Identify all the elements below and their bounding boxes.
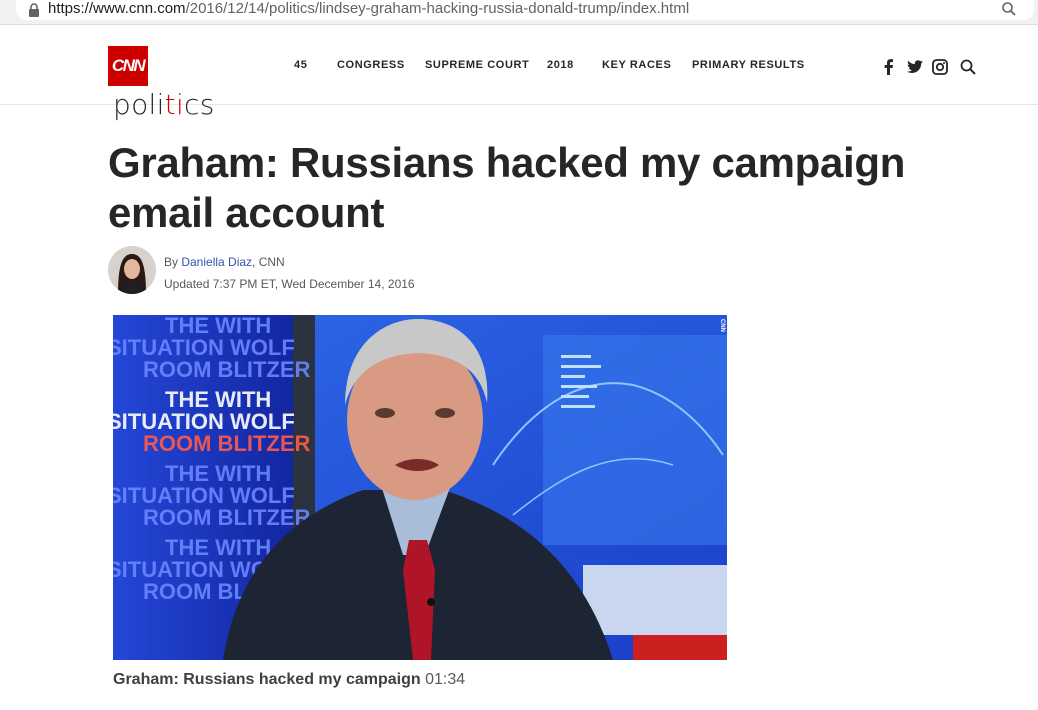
- nav-item-key-races[interactable]: KEY RACES: [602, 59, 671, 71]
- zoom-icon[interactable]: [1001, 1, 1017, 17]
- browser-address-bar: https://www.cnn.com/2016/12/14/politics/…: [0, 0, 1038, 25]
- cnn-logo[interactable]: CNN: [108, 46, 148, 86]
- url-field[interactable]: https://www.cnn.com/2016/12/14/politics/…: [16, 0, 1034, 20]
- nav-item-2018[interactable]: 2018: [547, 59, 574, 71]
- instagram-icon[interactable]: [931, 58, 949, 76]
- facebook-icon[interactable]: [880, 58, 898, 76]
- studio-text-6: ROOM BLITZER: [143, 431, 311, 456]
- author-avatar[interactable]: [108, 246, 156, 294]
- article-headline: Graham: Russians hacked my campaign emai…: [108, 139, 906, 236]
- studio-text-9: ROOM BLITZER: [143, 505, 311, 530]
- lock-icon: [29, 3, 39, 17]
- video-still: THE WITH SITUATION WOLF ROOM BLITZER THE…: [113, 315, 727, 660]
- nav-item-supreme-court[interactable]: SUPREME COURT: [425, 59, 529, 71]
- nav-item-primary-results[interactable]: PRIMARY RESULTS: [692, 59, 805, 71]
- twitter-icon[interactable]: [906, 58, 924, 76]
- author-avatar-image: [108, 246, 156, 294]
- author-link[interactable]: Daniella Diaz: [181, 255, 252, 269]
- studio-text-3: ROOM BLITZER: [143, 357, 311, 382]
- search-icon[interactable]: [959, 58, 977, 76]
- byline: By Daniella Diaz, CNN: [164, 255, 285, 269]
- updated-timestamp: Updated 7:37 PM ET, Wed December 14, 201…: [164, 277, 415, 291]
- section-label-politics[interactable]: politics: [113, 88, 215, 121]
- nav-item-congress[interactable]: CONGRESS: [337, 59, 405, 71]
- video-caption[interactable]: Graham: Russians hacked my campaign 01:3…: [113, 671, 465, 689]
- video-player[interactable]: THE WITH SITUATION WOLF ROOM BLITZER THE…: [113, 315, 727, 660]
- cnn-watermark: CNN: [719, 319, 725, 332]
- url-text[interactable]: https://www.cnn.com/2016/12/14/politics/…: [48, 0, 689, 20]
- nav-item-45[interactable]: 45: [294, 59, 307, 71]
